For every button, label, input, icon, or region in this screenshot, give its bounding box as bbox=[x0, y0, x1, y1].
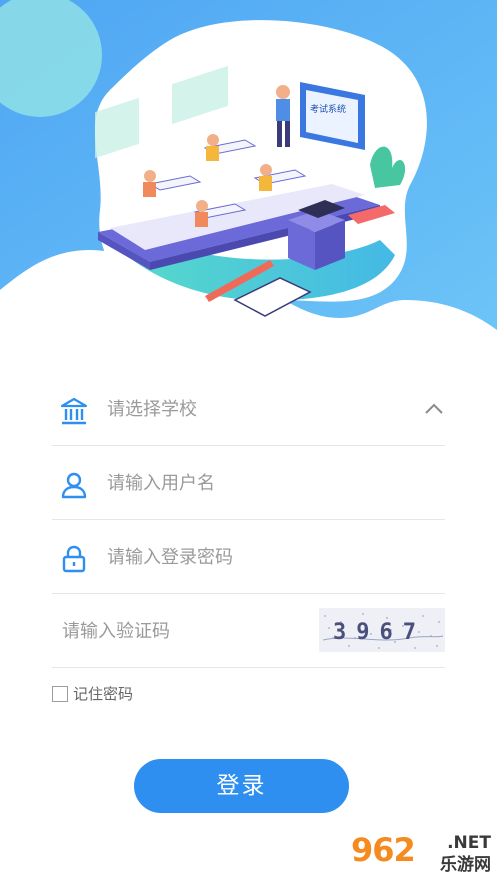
watermark-net: .NET bbox=[447, 833, 491, 853]
captcha-placeholder: 请输入验证码 bbox=[62, 621, 170, 642]
username-field[interactable]: 请输入用户名 bbox=[52, 446, 445, 520]
chevron-up-icon[interactable] bbox=[423, 402, 445, 416]
captcha-field[interactable]: 请输入验证码 3967 bbox=[52, 594, 445, 668]
lock-icon bbox=[62, 545, 86, 573]
user-icon bbox=[61, 472, 87, 499]
remember-label: 记住密码 bbox=[73, 685, 134, 703]
login-button[interactable]: 登录 bbox=[134, 759, 349, 813]
captcha-image[interactable]: 3967 bbox=[319, 608, 445, 652]
watermark-logo: 962 .NET 乐游网 bbox=[351, 831, 491, 879]
school-select[interactable]: 请选择学校 bbox=[52, 372, 445, 446]
classroom-illustration: 考试系统 bbox=[0, 0, 497, 360]
school-placeholder: 请选择学校 bbox=[107, 399, 197, 420]
watermark-cn: 乐游网 bbox=[440, 855, 491, 875]
password-field[interactable]: 请输入登录密码 bbox=[52, 520, 445, 594]
watermark-number: 962 bbox=[351, 831, 416, 869]
username-placeholder: 请输入用户名 bbox=[107, 473, 215, 494]
screen-label: 考试系统 bbox=[310, 103, 346, 115]
hero-illustration: 考试系统 bbox=[0, 0, 497, 360]
captcha-code: 3967 bbox=[333, 620, 426, 645]
remember-checkbox[interactable] bbox=[52, 686, 68, 702]
bank-icon bbox=[60, 397, 88, 425]
password-placeholder: 请输入登录密码 bbox=[107, 547, 233, 568]
